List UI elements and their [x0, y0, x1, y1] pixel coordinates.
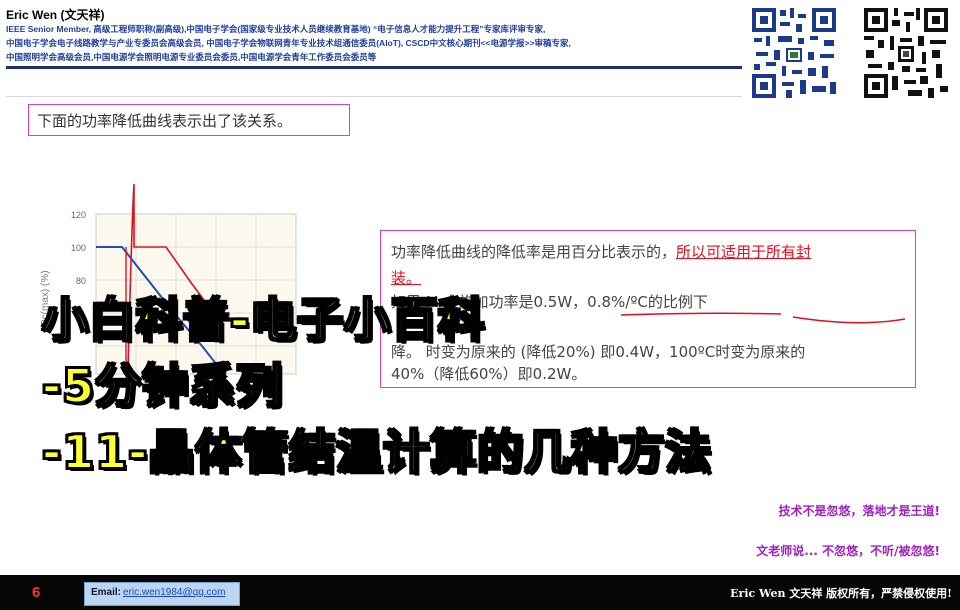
info-line-1: 功率降低曲线的降低率是用百分比表示的，所以可适用于所有封 — [391, 243, 812, 261]
y-tick-100: 100 — [71, 243, 86, 253]
copyright-text: Eric Wen 文天祥 版权所有，严禁侵权使用! — [730, 587, 952, 600]
slide-divider — [6, 96, 742, 97]
slogan-1: 技术不是忽悠，落地才是王道! — [778, 504, 940, 518]
email-label: Email: — [91, 587, 122, 598]
email-link[interactable]: eric.wen1984@qq.com — [123, 587, 225, 598]
overlay-title-line-3: -11-晶体管结温计算的几种方法 — [41, 424, 713, 480]
author-credentials-line-1: IEEE Senior Member, 高级工程师职称(副高级),中国电子学会(… — [6, 24, 546, 34]
author-credentials-line-3: 中国照明学会高级会员,中国电源学会照明电源专业委员会委员,中国电源学会青年工作委… — [6, 52, 377, 62]
overlay-title-line-2: -5分钟系列 — [41, 358, 284, 414]
author-credentials-line-2: 中国电子学会电子线路教学与产业专委员会高级会员, 中国电子学会物联网青年专业技术… — [6, 38, 571, 48]
qr-code-left-icon — [750, 6, 838, 100]
slogan-2: 文老师说... 不忽悠，不听/被忽悠! — [756, 544, 940, 558]
intro-text: 下面的功率降低曲线表示出了该关系。 — [37, 112, 293, 130]
info-line-5: 40%（降低60%）即0.2W。 — [391, 365, 587, 383]
intro-text-box: 下面的功率降低曲线表示出了该关系。 — [28, 104, 350, 136]
header-divider — [6, 66, 742, 69]
red-underline-scribble — [621, 312, 906, 324]
author-name: Eric Wen (文天祥) — [6, 8, 105, 22]
email-box: Email: eric.wen1984@qq.com — [84, 582, 240, 606]
y-tick-120: 120 — [71, 210, 86, 220]
qr-code-right-icon — [862, 6, 950, 100]
overlay-title-line-1: 小白科普-电子小百科 — [41, 292, 486, 348]
page-number: 6 — [32, 584, 41, 601]
